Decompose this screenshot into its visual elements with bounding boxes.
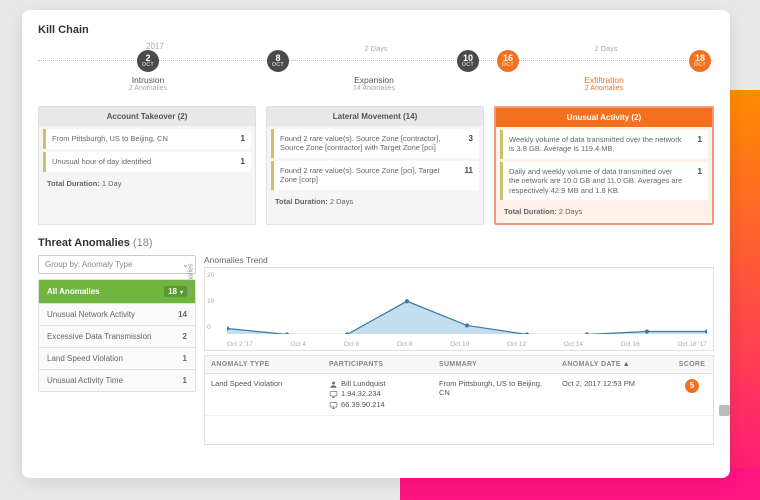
anomaly-row[interactable]: From Pittsburgh, US to Beijing, CN1 [43, 129, 251, 149]
filter-excessive-data[interactable]: Excessive Data Transmission2 [39, 325, 195, 347]
col-summary[interactable]: SUMMARY [433, 356, 556, 373]
threat-anomalies-section: Group by: Anomaly Type ⌄ All Anomalies18… [38, 255, 714, 445]
ytick: 0 [207, 324, 211, 331]
panel-duration: Total Duration: 2 Days [496, 200, 712, 223]
anomaly-row[interactable]: Weekly volume of data transmitted over t… [500, 130, 708, 159]
cell-type: Land Speed Violation [205, 374, 323, 416]
groupby-select[interactable]: Group by: Anomaly Type ⌄ [38, 255, 196, 274]
panel-header: Unusual Activity (2) [496, 108, 712, 127]
anomaly-row[interactable]: Found 2 rare value(s). Source Zone [pci]… [271, 161, 479, 190]
caret-down-icon: ▾ [180, 290, 183, 296]
timeline-phase-exfiltration: Exfiltration 2 Anomalies [564, 72, 644, 92]
killchain-panels: Account Takeover (2) From Pittsburgh, US… [38, 106, 714, 225]
date-badge: 2OCT [137, 50, 159, 72]
col-anomaly-date[interactable]: ANOMALY DATE▲ [556, 356, 671, 373]
ytick: 10 [207, 298, 214, 305]
threat-right: Anomalies Trend Anomalies 20 10 0 Oct 2 … [204, 255, 714, 445]
filter-all-anomalies[interactable]: All Anomalies18▾ [39, 280, 195, 303]
timeline-phase-expansion: Expansion 14 Anomalies [334, 72, 414, 92]
node-sublabel: 2 Anomalies [118, 85, 178, 92]
score-badge: 5 [685, 379, 699, 393]
timeline-node[interactable]: 18OCT [670, 50, 730, 72]
filter-sidebar: Group by: Anomaly Type ⌄ All Anomalies18… [38, 255, 196, 445]
timeline-node-intrusion[interactable]: 2OCT Intrusion 2 Anomalies [118, 50, 178, 92]
cell-score: 5 [671, 374, 713, 416]
anomalies-table: ANOMALY TYPE PARTICIPANTS SUMMARY ANOMAL… [204, 355, 714, 445]
cell-summary: From Pittsburgh, US to Beijing, CN [433, 374, 556, 416]
filter-unusual-time[interactable]: Unusual Activity Time1 [39, 369, 195, 391]
panel-duration: Total Duration: 2 Days [267, 190, 483, 213]
filter-list: All Anomalies18▾ Unusual Network Activit… [38, 279, 196, 392]
killchain-title: Kill Chain [38, 24, 714, 36]
dashboard-card: Kill Chain 2017 2 Days 2 Days 2OCT Intru… [22, 10, 730, 478]
panel-header: Lateral Movement (14) [267, 107, 483, 126]
date-badge: 16OCT [497, 50, 519, 72]
table-row[interactable]: Land Speed Violation Bill Lundquist 1.94… [205, 374, 713, 417]
chart-ylabel: Anomalies [188, 263, 195, 296]
cell-participants: Bill Lundquist 1.94.32.234 66.39.90.214 [323, 374, 433, 416]
timeline-node[interactable]: 16OCT [478, 50, 538, 72]
monitor-icon [329, 401, 338, 410]
scrollbar-handle[interactable] [719, 405, 730, 416]
anomaly-row[interactable]: Unusual hour of day identified1 [43, 152, 251, 172]
monitor-icon [329, 390, 338, 399]
filter-unusual-network[interactable]: Unusual Network Activity14 [39, 303, 195, 325]
date-badge: 10OCT [457, 50, 479, 72]
panel-lateral-movement: Lateral Movement (14) Found 2 rare value… [266, 106, 484, 225]
panel-duration: Total Duration: 1 Day [39, 172, 255, 195]
ytick: 20 [207, 272, 214, 279]
timeline-gap-label: 2 Days [576, 44, 636, 53]
chart-svg [227, 274, 707, 335]
user-icon [329, 380, 338, 389]
col-anomaly-type[interactable]: ANOMALY TYPE [205, 356, 323, 373]
anomaly-row[interactable]: Found 2 rare value(s). Source Zone [cont… [271, 129, 479, 158]
timeline-node[interactable]: 8OCT [248, 50, 308, 72]
col-participants[interactable]: PARTICIPANTS [323, 356, 433, 373]
threat-anomalies-title: Threat Anomalies (18) [38, 237, 714, 249]
date-badge: 18OCT [689, 50, 711, 72]
chart-xlabels: Oct 2 '17Oct 4Oct 6Oct 8Oct 10Oct 12Oct … [227, 341, 707, 348]
sort-asc-icon: ▲ [623, 361, 630, 368]
panel-account-takeover: Account Takeover (2) From Pittsburgh, US… [38, 106, 256, 225]
chart-title: Anomalies Trend [204, 255, 714, 265]
table-header: ANOMALY TYPE PARTICIPANTS SUMMARY ANOMAL… [205, 356, 713, 374]
filter-land-speed[interactable]: Land Speed Violation1 [39, 347, 195, 369]
panel-header: Account Takeover (2) [39, 107, 255, 126]
timeline-gap-label: 2 Days [346, 44, 406, 53]
cell-date: Oct 2, 2017 12:53 PM [556, 374, 671, 416]
col-score[interactable]: SCORE [671, 356, 713, 373]
date-badge: 8OCT [267, 50, 289, 72]
anomalies-trend-chart: Anomalies 20 10 0 Oct 2 '17Oct 4Oct 6Oct… [204, 267, 714, 351]
panel-unusual-activity: Unusual Activity (2) Weekly volume of da… [494, 106, 714, 225]
node-label: Intrusion [118, 75, 178, 85]
killchain-timeline: 2017 2 Days 2 Days 2OCT Intrusion 2 Anom… [38, 42, 714, 98]
anomaly-row[interactable]: Daily and weekly volume of data transmit… [500, 162, 708, 200]
